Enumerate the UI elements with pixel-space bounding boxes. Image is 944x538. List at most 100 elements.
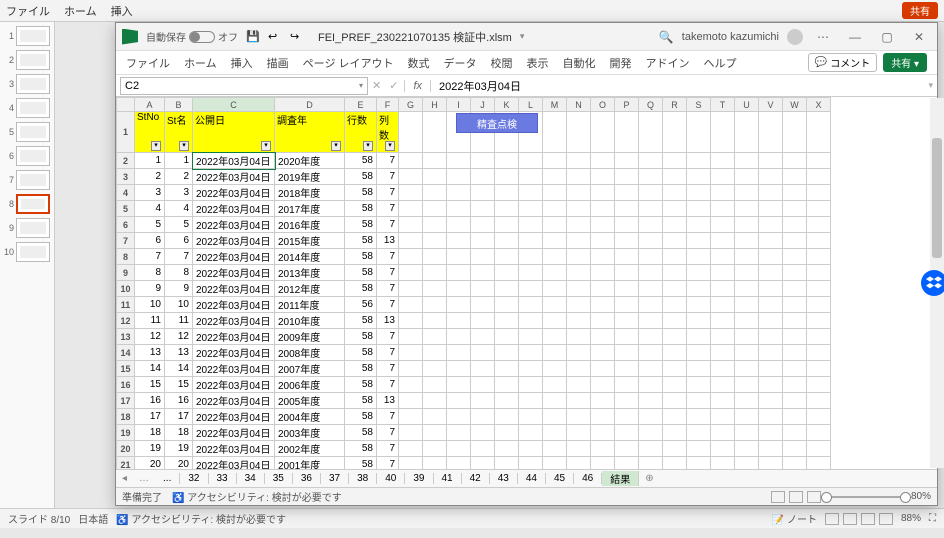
sheet-tab-結果[interactable]: 結果 [602, 471, 639, 486]
ribbon-tab-表示[interactable]: 表示 [527, 55, 549, 71]
col-header-G[interactable]: G [399, 98, 423, 112]
ribbon-tab-挿入[interactable]: 挿入 [231, 55, 253, 71]
ribbon-options-icon[interactable]: ⋯ [811, 30, 835, 44]
undo-icon[interactable]: ↩ [268, 30, 282, 44]
ppt-view-buttons[interactable] [825, 513, 893, 525]
table-row[interactable]: 2112022年03月04日2020年度587 [117, 153, 831, 169]
table-row[interactable]: 1918182022年03月04日2003年度587 [117, 425, 831, 441]
col-header-H[interactable]: H [423, 98, 447, 112]
sheet-tab-32[interactable]: 32 [180, 473, 208, 484]
col-header-R[interactable]: R [663, 98, 687, 112]
ribbon-tab-ページ レイアウト[interactable]: ページ レイアウト [303, 55, 394, 71]
row-header-9[interactable]: 9 [117, 265, 135, 281]
table-row[interactable]: 6552022年03月04日2016年度587 [117, 217, 831, 233]
dropbox-icon[interactable] [921, 270, 944, 296]
col-header-J[interactable]: J [471, 98, 495, 112]
minimize-icon[interactable]: — [843, 30, 867, 44]
col-header-A[interactable]: A [135, 98, 165, 112]
col-header-O[interactable]: O [591, 98, 615, 112]
ribbon-tab-数式[interactable]: 数式 [408, 55, 430, 71]
table-row[interactable]: 1312122022年03月04日2009年度587 [117, 329, 831, 345]
redo-icon[interactable]: ↪ [290, 30, 304, 44]
table-row[interactable]: 1716162022年03月04日2005年度5813 [117, 393, 831, 409]
row-header-18[interactable]: 18 [117, 409, 135, 425]
sheet-tab-40[interactable]: 40 [377, 473, 405, 484]
ribbon-tab-描画[interactable]: 描画 [267, 55, 289, 71]
row-header-12[interactable]: 12 [117, 313, 135, 329]
table-row[interactable]: 1817172022年03月04日2004年度587 [117, 409, 831, 425]
zoom-slider[interactable] [831, 496, 901, 498]
row-header-1[interactable]: 1 [117, 112, 135, 153]
col-header-Q[interactable]: Q [639, 98, 663, 112]
accept-formula-icon[interactable]: ✓ [385, 79, 402, 92]
sheet-tab-33[interactable]: 33 [209, 473, 237, 484]
formula-bar[interactable]: 2022年03月04日 [433, 78, 924, 94]
notes-button[interactable]: 📝 ノート [772, 511, 817, 526]
row-header-19[interactable]: 19 [117, 425, 135, 441]
ribbon-tab-ヘルプ[interactable]: ヘルプ [704, 55, 737, 71]
inspect-button[interactable]: 精査点検 [456, 113, 538, 133]
slide-thumb-1[interactable]: 1 [2, 26, 52, 46]
row-header-21[interactable]: 21 [117, 457, 135, 470]
ppt-language[interactable]: 日本語 [78, 511, 108, 526]
col-header-V[interactable]: V [759, 98, 783, 112]
table-row[interactable]: 1413132022年03月04日2008年度587 [117, 345, 831, 361]
slide-thumb-6[interactable]: 6 [2, 146, 52, 166]
col-header-B[interactable]: B [165, 98, 193, 112]
row-header-4[interactable]: 4 [117, 185, 135, 201]
col-header-X[interactable]: X [807, 98, 831, 112]
row-header-8[interactable]: 8 [117, 249, 135, 265]
sheet-tab-37[interactable]: 37 [321, 473, 349, 484]
row-header-5[interactable]: 5 [117, 201, 135, 217]
slide-thumb-5[interactable]: 5 [2, 122, 52, 142]
col-header-S[interactable]: S [687, 98, 711, 112]
col-header-K[interactable]: K [495, 98, 519, 112]
table-row[interactable]: 5442022年03月04日2017年度587 [117, 201, 831, 217]
search-icon[interactable]: 🔍 [659, 30, 674, 44]
slide-thumb-4[interactable]: 4 [2, 98, 52, 118]
save-icon[interactable]: 💾 [246, 30, 260, 44]
table-row[interactable]: 7662022年03月04日2015年度5813 [117, 233, 831, 249]
col-header-F[interactable]: F [377, 98, 399, 112]
sheet-tab-34[interactable]: 34 [237, 473, 265, 484]
col-header-L[interactable]: L [519, 98, 543, 112]
row-header-10[interactable]: 10 [117, 281, 135, 297]
view-buttons[interactable] [771, 491, 821, 503]
ppt-share-button[interactable]: 共有 [902, 2, 938, 19]
row-header-14[interactable]: 14 [117, 345, 135, 361]
table-row[interactable]: 1211112022年03月04日2010年度5813 [117, 313, 831, 329]
row-header-2[interactable]: 2 [117, 153, 135, 169]
filter-button-e[interactable]: ▾ [363, 141, 373, 151]
filter-button-c[interactable]: ▾ [261, 141, 271, 151]
table-row[interactable]: 2120202022年03月04日2001年度587 [117, 457, 831, 470]
status-accessibility[interactable]: ♿ アクセシビリティ: 検討が必要です [172, 489, 342, 504]
ribbon-tab-自動化[interactable]: 自動化 [563, 55, 596, 71]
slide-thumb-9[interactable]: 9 [2, 218, 52, 238]
col-header-U[interactable]: U [735, 98, 759, 112]
row-header-15[interactable]: 15 [117, 361, 135, 377]
col-header-C[interactable]: C [193, 98, 275, 112]
close-icon[interactable]: ✕ [907, 30, 931, 44]
ribbon-tab-開発[interactable]: 開発 [610, 55, 632, 71]
table-row[interactable]: 1615152022年03月04日2006年度587 [117, 377, 831, 393]
ribbon-tab-データ[interactable]: データ [444, 55, 477, 71]
file-name[interactable]: FEI_PREF_230221070135 検証中.xlsm [318, 29, 512, 45]
table-row[interactable]: 10992022年03月04日2012年度587 [117, 281, 831, 297]
sheet-tab-39[interactable]: 39 [405, 473, 433, 484]
ppt-menu-file[interactable]: ファイル [6, 3, 50, 19]
ribbon-tab-アドイン[interactable]: アドイン [646, 55, 690, 71]
col-header-T[interactable]: T [711, 98, 735, 112]
row-header-7[interactable]: 7 [117, 233, 135, 249]
fx-icon[interactable]: fx [404, 80, 431, 92]
filter-button-d[interactable]: ▾ [331, 141, 341, 151]
sheet-tab-...[interactable]: ... [155, 473, 180, 484]
row-header-3[interactable]: 3 [117, 169, 135, 185]
autosave-toggle[interactable] [189, 31, 215, 43]
comment-button[interactable]: 💬 コメント [808, 53, 877, 72]
col-header-E[interactable]: E [345, 98, 377, 112]
sheet-tab-41[interactable]: 41 [434, 473, 462, 484]
avatar[interactable] [787, 29, 803, 45]
zoom-level[interactable]: 80% [911, 491, 931, 502]
ppt-zoom[interactable]: 88% [901, 513, 921, 524]
row-header-13[interactable]: 13 [117, 329, 135, 345]
